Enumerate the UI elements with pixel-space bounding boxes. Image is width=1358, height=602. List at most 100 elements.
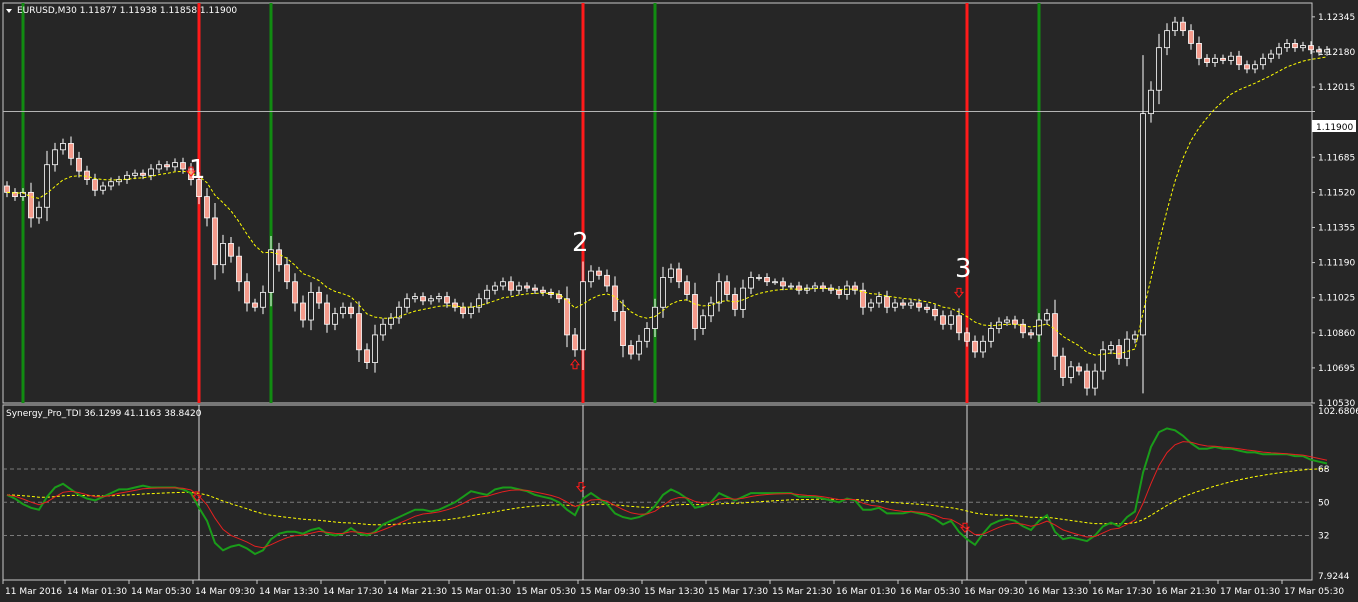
time-axis-label: 16 Mar 17:30 [1092, 587, 1152, 597]
bear-candle-body [1028, 332, 1034, 336]
bear-candle-body [964, 332, 970, 342]
bear-candle-body [620, 311, 626, 346]
bull-candle-body [1260, 57, 1266, 66]
bear-candle-body [244, 281, 250, 304]
bull-candle-body [1124, 338, 1130, 359]
bear-candle-body [284, 264, 290, 283]
bull-candle-body [404, 298, 410, 308]
bear-candle-body [572, 334, 578, 351]
bull-candle-body [1140, 113, 1146, 336]
bull-candle-body [908, 302, 914, 306]
bull-candle-body [948, 315, 954, 325]
bear-candle-body [4, 185, 10, 193]
tdi-axis-label: 102.6806 [1318, 407, 1358, 417]
bull-candle-body [660, 277, 666, 308]
price-axis-label: 1.12345 [1318, 13, 1355, 23]
tdi-axis-label: 68 [1318, 465, 1330, 475]
bear-candle-body [916, 302, 922, 308]
bear-candle-body [1084, 370, 1090, 389]
bear-candle-body [940, 315, 946, 325]
current-price-tag: 1.11900 [1312, 120, 1356, 133]
bear-candle-body [540, 289, 546, 293]
time-axis-label: 17 Mar 05:30 [1284, 587, 1344, 597]
bull-candle-body [1164, 30, 1170, 49]
bull-candle-body [44, 164, 50, 208]
bull-candle-body [668, 268, 674, 278]
bull-candle-body [500, 281, 506, 287]
price-axis-label: 1.11025 [1318, 294, 1355, 304]
tdi-axis-label: 7.9244 [1318, 572, 1350, 582]
bull-candle-body [468, 306, 474, 315]
bull-candle-body [644, 328, 650, 342]
bull-candle-body [108, 181, 114, 187]
bull-candle-body [980, 340, 986, 353]
bull-candle-body [1300, 45, 1306, 49]
symbol-header: EURUSD,M30 1.11877 1.11938 1.11858 1.119… [6, 6, 237, 16]
time-axis-label: 17 Mar 01:30 [1220, 587, 1280, 597]
bear-candle-body [676, 268, 682, 283]
bull-candle-body [700, 315, 706, 329]
bear-candle-body [508, 281, 514, 291]
bull-candle-body [1132, 334, 1138, 340]
bull-candle-body [372, 334, 378, 363]
annotation-2: 2 [572, 228, 589, 258]
bull-candle-body [812, 285, 818, 289]
bear-candle-body [932, 308, 938, 317]
bear-candle-body [180, 162, 186, 170]
bear-candle-body [1204, 57, 1210, 63]
bull-candle-body [1068, 366, 1074, 378]
bear-candle-body [316, 291, 322, 304]
bull-candle-body [636, 340, 642, 355]
bear-candle-body [252, 302, 258, 308]
bear-candle-body [684, 281, 690, 295]
bear-candle-body [764, 277, 770, 283]
indicator-header-text: Synergy_Pro_TDI 36.1299 41.1163 38.8420 [6, 409, 202, 419]
tdi-axis-label: 50 [1318, 498, 1330, 508]
bear-candle-body [1060, 355, 1066, 378]
bear-candle-body [1236, 55, 1242, 66]
time-axis-label: 11 Mar 2016 [5, 587, 62, 597]
bull-candle-body [1092, 370, 1098, 389]
bull-candle-body [380, 323, 386, 336]
bull-candle-body [1148, 89, 1154, 115]
bear-candle-body [884, 296, 890, 308]
time-axis-label: 15 Mar 17:30 [708, 587, 768, 597]
bear-candle-body [780, 281, 786, 287]
bear-candle-body [68, 143, 74, 159]
bear-candle-body [1244, 64, 1250, 70]
bull-candle-body [1268, 53, 1274, 59]
bull-candle-body [308, 291, 314, 321]
bear-candle-body [212, 217, 218, 266]
time-axis-label: 14 Mar 13:30 [259, 587, 319, 597]
bull-candle-body [652, 306, 658, 329]
bear-candle-body [1012, 319, 1018, 325]
time-axis-label: 16 Mar 05:30 [900, 587, 960, 597]
bear-candle-body [524, 285, 530, 289]
bear-candle-body [692, 294, 698, 329]
time-axis-label: 14 Mar 09:30 [195, 587, 255, 597]
bull-candle-body [492, 285, 498, 291]
bear-candle-body [564, 298, 570, 336]
time-axis-label: 16 Mar 01:30 [836, 587, 896, 597]
bull-candle-body [588, 270, 594, 283]
bull-candle-body [1156, 47, 1162, 91]
bear-candle-body [228, 243, 234, 257]
price-axis-label: 1.10695 [1318, 364, 1355, 374]
bear-candle-body [204, 196, 210, 219]
bull-candle-body [412, 296, 418, 300]
bear-candle-body [604, 274, 610, 287]
bull-candle-body [988, 328, 994, 342]
bull-candle-body [716, 281, 722, 304]
time-axis-label: 15 Mar 09:30 [580, 587, 640, 597]
bull-candle-body [172, 162, 178, 168]
bear-candle-body [836, 289, 842, 295]
bull-candle-body [1004, 319, 1010, 323]
price-axis-label: 1.11190 [1318, 259, 1355, 269]
bear-candle-body [444, 296, 450, 304]
annotation-3: 3 [955, 254, 972, 284]
bull-candle-body [1252, 64, 1258, 70]
bear-candle-body [924, 306, 930, 310]
time-axis-label: 15 Mar 21:30 [772, 587, 832, 597]
time-axis-label: 14 Mar 05:30 [131, 587, 191, 597]
bear-candle-body [348, 306, 354, 315]
